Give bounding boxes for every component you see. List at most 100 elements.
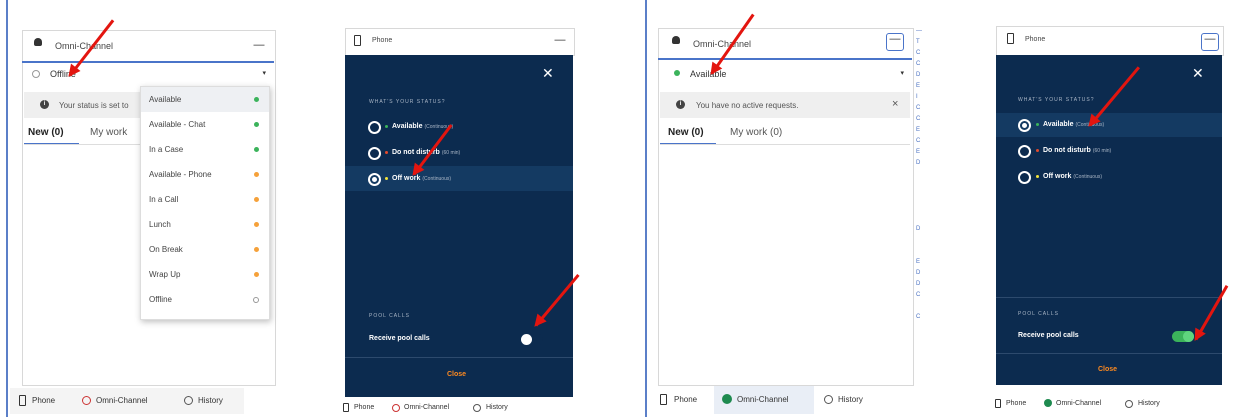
chevron-down-icon: ▾ bbox=[900, 70, 904, 77]
option-do-not-disturb[interactable]: Do not disturb (60 min) bbox=[1036, 147, 1111, 154]
radio-off-work[interactable] bbox=[368, 173, 381, 186]
panel2-footer-bar: Phone Omni-Channel History bbox=[340, 402, 540, 417]
phone-icon bbox=[660, 394, 667, 405]
tab-new[interactable]: New (0) bbox=[28, 127, 64, 138]
panel2-header-title: Phone bbox=[372, 37, 393, 44]
panel4-divider bbox=[996, 353, 1222, 354]
phone-icon bbox=[354, 35, 361, 46]
history-icon bbox=[824, 395, 833, 404]
banner-close-icon[interactable]: × bbox=[892, 98, 898, 110]
radio-available[interactable] bbox=[1018, 119, 1031, 132]
status-question-label: WHAT'S YOUR STATUS? bbox=[1018, 97, 1095, 103]
panel3-minimize-button[interactable]: — bbox=[886, 33, 904, 51]
close-icon[interactable]: ✕ bbox=[542, 65, 554, 82]
footer-omni-channel-tab[interactable]: Omni-Channel bbox=[737, 395, 789, 404]
panel3-header-title: Omni-Channel bbox=[693, 39, 752, 49]
panel1-status-banner: i Your status is set to bbox=[24, 92, 144, 118]
available-status-dot bbox=[674, 70, 680, 76]
close-button[interactable]: Close bbox=[447, 371, 466, 378]
panel4-pool-divider bbox=[996, 297, 1222, 298]
panel1-minimize-button[interactable]: — bbox=[251, 40, 267, 56]
panel2-status-dialog: ✕ WHAT'S YOUR STATUS? Available (Continuo… bbox=[345, 55, 573, 397]
option-off-work[interactable]: Off work (Continuous) bbox=[1036, 173, 1102, 180]
pool-calls-label: POOL CALLS bbox=[369, 313, 410, 319]
offline-status-icon bbox=[32, 70, 40, 78]
phone-panel-2-header: Phone — bbox=[345, 28, 575, 56]
panel3-tab-divider bbox=[660, 144, 910, 145]
option-available[interactable]: Available(Continuous) bbox=[385, 123, 453, 130]
pool-calls-label: POOL CALLS bbox=[1018, 311, 1059, 317]
footer-phone-tab[interactable]: Phone bbox=[674, 395, 697, 404]
info-icon: i bbox=[40, 100, 49, 109]
status-dropdown-menu: Available Available - Chat In a Case Ava… bbox=[140, 86, 270, 320]
chevron-down-icon: ▾ bbox=[262, 70, 266, 77]
dropdown-item-in-a-call[interactable]: In a Call bbox=[141, 187, 269, 212]
receive-pool-calls-label: Receive pool calls bbox=[369, 335, 430, 342]
offline-ring-icon bbox=[82, 396, 91, 405]
radio-do-not-disturb[interactable] bbox=[368, 147, 381, 160]
panel3-edge-line bbox=[645, 0, 647, 417]
panel4-footer-bar: Phone Omni-Channel History bbox=[992, 398, 1192, 413]
background-page-fragment: — T C C D E I C C E C E D D EDDC C bbox=[916, 28, 922, 320]
info-icon: i bbox=[676, 100, 685, 109]
panel4-minimize-button[interactable]: — bbox=[1201, 33, 1219, 51]
tab-my-work[interactable]: My work bbox=[90, 127, 127, 138]
panel2-minimize-button[interactable]: — bbox=[552, 35, 568, 51]
tab-new[interactable]: New (0) bbox=[668, 127, 704, 138]
offline-ring-icon bbox=[392, 404, 400, 412]
dropdown-item-offline[interactable]: Offline bbox=[141, 287, 269, 312]
footer-phone-tab[interactable]: Phone bbox=[1006, 400, 1026, 407]
phone-icon bbox=[19, 395, 26, 406]
pool-calls-toggle[interactable] bbox=[521, 334, 543, 345]
panel4-header-title: Phone bbox=[1025, 36, 1046, 43]
footer-history-tab[interactable]: History bbox=[1138, 400, 1160, 407]
radio-off-work[interactable] bbox=[1018, 171, 1031, 184]
dropdown-item-wrap-up[interactable]: Wrap Up bbox=[141, 262, 269, 287]
panel3-banner-text: You have no active requests. bbox=[696, 101, 799, 110]
panel3-footer-bar: Phone Omni-Channel History bbox=[652, 386, 872, 414]
panel1-footer-bar: Phone Omni-Channel History bbox=[10, 388, 244, 414]
radio-available[interactable] bbox=[368, 121, 381, 134]
dropdown-item-available-phone[interactable]: Available - Phone bbox=[141, 162, 269, 187]
history-icon bbox=[473, 404, 481, 412]
footer-omni-channel-tab[interactable]: Omni-Channel bbox=[404, 404, 449, 411]
phone-icon bbox=[343, 403, 349, 412]
history-icon bbox=[184, 396, 193, 405]
footer-omni-channel-tab[interactable]: Omni-Channel bbox=[96, 396, 148, 405]
dropdown-item-in-a-case[interactable]: In a Case bbox=[141, 137, 269, 162]
phone-icon bbox=[995, 399, 1001, 408]
footer-history-tab[interactable]: History bbox=[486, 404, 508, 411]
omni-channel-icon bbox=[672, 36, 680, 44]
omni-channel-icon bbox=[34, 38, 42, 46]
dropdown-item-available[interactable]: Available bbox=[141, 87, 269, 112]
footer-history-tab[interactable]: History bbox=[198, 396, 223, 405]
left-edge-line bbox=[6, 0, 8, 417]
history-icon bbox=[1125, 400, 1133, 408]
panel1-header-title: Omni-Channel bbox=[55, 41, 114, 51]
close-icon[interactable]: ✕ bbox=[1192, 65, 1204, 82]
footer-phone-tab[interactable]: Phone bbox=[354, 404, 374, 411]
available-check-icon bbox=[1044, 399, 1052, 407]
receive-pool-calls-label: Receive pool calls bbox=[1018, 332, 1079, 339]
status-question-label: WHAT'S YOUR STATUS? bbox=[369, 99, 446, 105]
panel3-header-underline bbox=[658, 58, 912, 60]
panel1-header-underline bbox=[22, 61, 274, 63]
phone-panel-4-header: Phone — bbox=[996, 26, 1224, 56]
close-button[interactable]: Close bbox=[1098, 366, 1117, 373]
footer-history-tab[interactable]: History bbox=[838, 395, 863, 404]
available-check-icon bbox=[722, 394, 732, 404]
panel1-tab-divider bbox=[24, 144, 144, 145]
radio-do-not-disturb[interactable] bbox=[1018, 145, 1031, 158]
panel2-divider bbox=[345, 357, 573, 358]
phone-icon bbox=[1007, 33, 1014, 44]
dropdown-item-on-break[interactable]: On Break bbox=[141, 237, 269, 262]
panel1-banner-text: Your status is set to bbox=[59, 101, 129, 110]
footer-omni-channel-tab[interactable]: Omni-Channel bbox=[1056, 400, 1101, 407]
panel3-status-banner: i You have no active requests. × bbox=[660, 92, 910, 118]
footer-phone-tab[interactable]: Phone bbox=[32, 396, 55, 405]
dropdown-item-lunch[interactable]: Lunch bbox=[141, 212, 269, 237]
tab-my-work[interactable]: My work (0) bbox=[730, 127, 782, 138]
dropdown-item-available-chat[interactable]: Available - Chat bbox=[141, 112, 269, 137]
toggle-knob bbox=[521, 334, 532, 345]
option-do-not-disturb[interactable]: Do not disturb (60 min) bbox=[385, 149, 460, 156]
